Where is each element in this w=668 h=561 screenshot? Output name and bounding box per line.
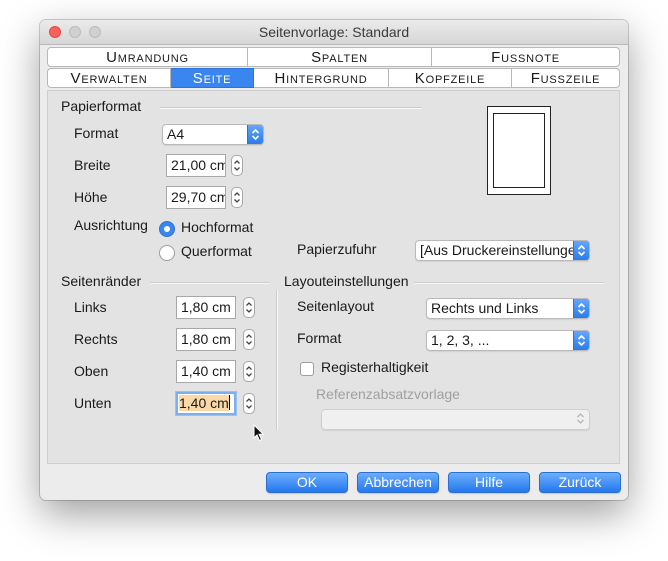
margin-right-input[interactable]: 1,80 cm [176, 328, 236, 351]
paper-tray-select-value: [Aus Druckereinstellungen] [420, 242, 588, 258]
help-button[interactable]: Hilfe [448, 472, 530, 493]
tab-seite[interactable]: Seite [171, 68, 254, 88]
tab-verwalten[interactable]: Verwalten [47, 68, 171, 88]
page-settings-panel: Papierformat Format A4 Breite 21,00 cm H… [47, 90, 620, 464]
tab-row-2: Verwalten Seite Hintergrund Kopfzeile Fu… [47, 68, 620, 88]
reset-button[interactable]: Zurück [539, 472, 621, 493]
width-input[interactable]: 21,00 cm [166, 154, 226, 177]
width-label: Breite [74, 157, 111, 173]
paper-tray-select[interactable]: [Aus Druckereinstellungen] [415, 240, 590, 261]
page-preview-margins [493, 113, 545, 188]
page-layout-select[interactable]: Rechts und Links [426, 298, 590, 319]
select-arrows-icon [573, 331, 589, 350]
height-label: Höhe [74, 189, 108, 205]
title-bar[interactable]: Seitenvorlage: Standard [40, 20, 628, 45]
margin-left-stepper[interactable] [243, 297, 255, 318]
width-stepper[interactable] [231, 155, 243, 176]
format-select-value: A4 [167, 126, 185, 142]
window-title: Seitenvorlage: Standard [258, 24, 410, 40]
layout-separator [414, 282, 605, 284]
tab-fussnote[interactable]: Fussnote [432, 47, 620, 67]
margin-top-stepper[interactable] [243, 361, 255, 382]
stepper-arrows-icon [246, 334, 252, 345]
tab-kopfzeile[interactable]: Kopfzeile [389, 68, 512, 88]
number-format-select[interactable]: 1, 2, 3, ... [426, 330, 590, 351]
select-arrows-icon [573, 241, 589, 260]
tab-spalten[interactable]: Spalten [248, 47, 432, 67]
format-label: Format [74, 125, 119, 141]
paper-format-heading: Papierformat [61, 98, 142, 114]
page-preview [487, 106, 551, 195]
cancel-button[interactable]: Abbrechen [357, 472, 439, 493]
page-layout-label: Seitenlayout [297, 298, 375, 314]
paper-format-separator [160, 107, 422, 109]
register-checkbox[interactable] [300, 362, 314, 376]
tab-umrandung[interactable]: Umrandung [47, 47, 248, 67]
select-arrows-icon [247, 125, 263, 144]
margin-left-input[interactable]: 1,80 cm [176, 296, 236, 319]
stepper-arrows-icon [234, 160, 240, 171]
margin-right-label: Rechts [74, 331, 118, 347]
margin-left-label: Links [74, 299, 107, 315]
paper-tray-label: Papierzufuhr [297, 241, 377, 257]
column-separator [276, 290, 278, 430]
height-stepper[interactable] [231, 187, 243, 208]
height-input[interactable]: 29,70 cm [166, 186, 226, 209]
page-layout-select-value: Rechts und Links [431, 300, 539, 316]
portrait-radio[interactable] [159, 221, 175, 237]
format-select[interactable]: A4 [162, 124, 264, 145]
portrait-label[interactable]: Hochformat [181, 219, 253, 235]
stepper-arrows-icon [246, 366, 252, 377]
number-format-label: Format [297, 330, 342, 346]
select-arrows-icon [573, 410, 589, 429]
tab-fusszeile[interactable]: Fusszeile [512, 68, 620, 88]
margin-top-label: Oben [74, 363, 109, 379]
stepper-arrows-icon [246, 302, 252, 313]
margin-bottom-value: 1,40 cm [179, 395, 229, 411]
ok-button[interactable]: OK [266, 472, 348, 493]
margins-separator [150, 282, 270, 284]
landscape-label[interactable]: Querformat [181, 243, 252, 259]
reference-style-select[interactable] [321, 409, 590, 430]
margin-bottom-label: Unten [74, 395, 112, 411]
landscape-radio[interactable] [159, 245, 175, 261]
margins-heading: Seitenränder [61, 273, 142, 289]
number-format-select-value: 1, 2, 3, ... [431, 332, 490, 348]
dialog-window: Seitenvorlage: Standard Umrandung Spalte… [40, 20, 628, 500]
select-arrows-icon [573, 299, 589, 318]
tab-hintergrund[interactable]: Hintergrund [254, 68, 389, 88]
margin-right-stepper[interactable] [243, 329, 255, 350]
layout-heading: Layouteinstellungen [284, 273, 409, 289]
orientation-label: Ausrichtung [74, 217, 148, 233]
margin-bottom-stepper[interactable] [243, 393, 255, 414]
stepper-arrows-icon [246, 398, 252, 409]
reference-style-label: Referenzabsatzvorlage [316, 386, 460, 402]
margin-bottom-input[interactable]: 1,40 cm [176, 392, 236, 415]
tab-row-1: Umrandung Spalten Fussnote [47, 47, 620, 67]
stepper-arrows-icon [234, 192, 240, 203]
register-label[interactable]: Registerhaltigkeit [321, 359, 428, 375]
margin-top-input[interactable]: 1,40 cm [176, 360, 236, 383]
text-caret [228, 395, 230, 410]
mouse-cursor-icon [253, 424, 265, 442]
